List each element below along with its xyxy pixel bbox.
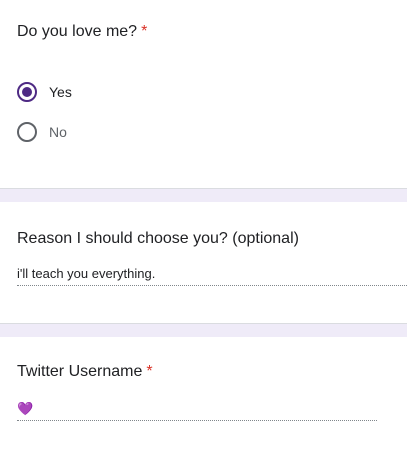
radio-option-no[interactable]: No [17, 120, 67, 144]
question-title-text: Twitter Username [17, 363, 143, 380]
question-title: Reason I should choose you? (optional) [17, 230, 299, 247]
radio-option-yes[interactable]: Yes [17, 80, 72, 104]
section-divider [0, 188, 407, 203]
twitter-username-field[interactable]: 💜 [17, 400, 377, 418]
answer-underline [17, 420, 377, 421]
radio-option-label: No [49, 124, 67, 140]
required-asterisk: * [141, 23, 148, 40]
reason-answer-field[interactable]: i'll teach you everything. [17, 265, 407, 283]
radio-button-checked-icon[interactable] [17, 82, 37, 102]
question-card-love: Do you love me? * Yes No [0, 0, 407, 189]
question-card-reason: Reason I should choose you? (optional) i… [0, 202, 407, 324]
google-form-page: Do you love me? * Yes No Reason I should … [0, 0, 407, 450]
radio-button-unchecked-icon[interactable] [17, 122, 37, 142]
question-card-twitter: Twitter Username * 💜 [0, 337, 407, 450]
purple-heart-icon: 💜 [17, 401, 34, 416]
question-title: Twitter Username * [17, 362, 153, 382]
section-divider [0, 323, 407, 338]
radio-option-label: Yes [49, 84, 72, 100]
required-asterisk: * [146, 363, 153, 380]
question-title: Do you love me? * [17, 22, 147, 42]
question-title-text: Do you love me? [17, 23, 138, 40]
answer-underline [17, 285, 407, 286]
